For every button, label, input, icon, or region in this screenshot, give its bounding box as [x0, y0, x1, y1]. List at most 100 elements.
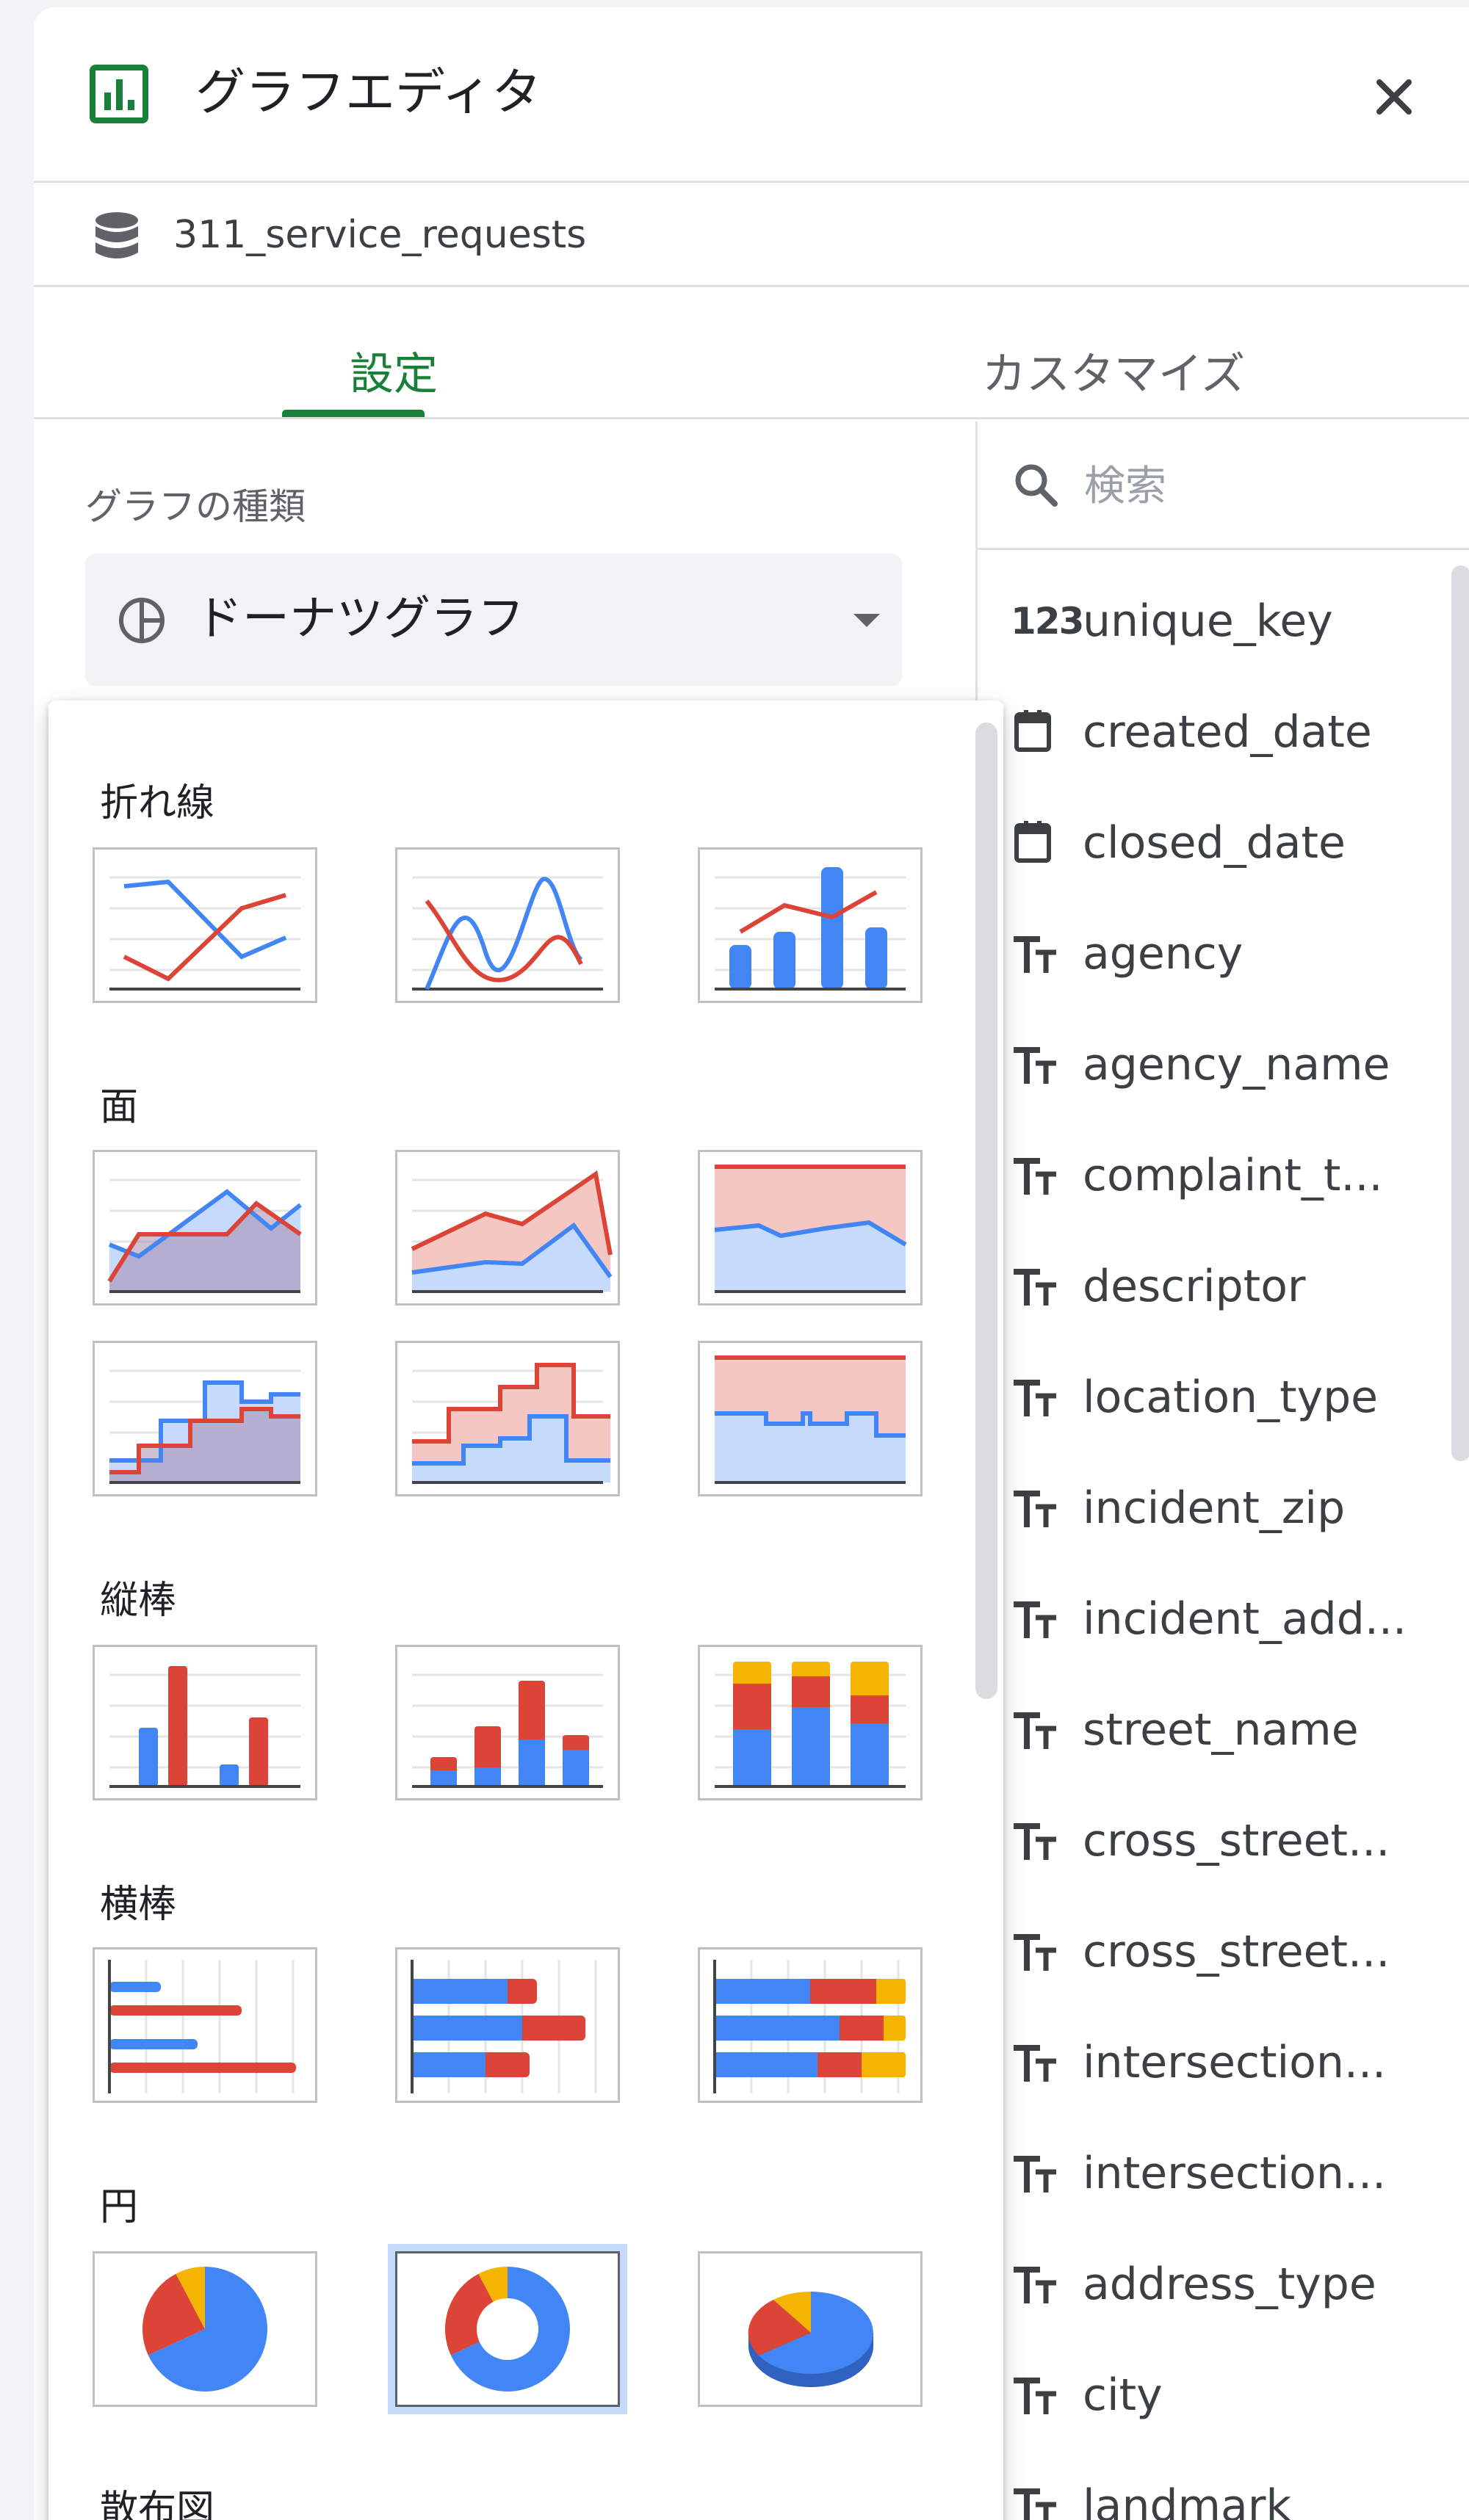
stacked-bar-chart-thumbnail: [411, 1960, 597, 2093]
chart-editor-panel: グラフエディタ 311_service_requests 設定 カスタマイズ グ…: [34, 7, 1469, 2520]
category-label-area: 面: [100, 1085, 139, 1129]
field-item[interactable]: cross_street...: [1011, 1785, 1444, 1896]
column-chart-thumbnail: [109, 1666, 300, 1788]
number-field-type: 123: [1011, 599, 1084, 643]
chart-type-select[interactable]: ドーナツグラフ: [85, 554, 902, 686]
field-item[interactable]: agency: [1011, 898, 1444, 1009]
pie-chart-thumbnail: [142, 2267, 267, 2392]
text-type-icon: [1014, 2488, 1056, 2520]
close-icon[interactable]: [1371, 73, 1418, 120]
100-percent-stacked-area-chart-thumbnail: [714, 1165, 907, 1293]
100-percent-stacked-column-chart-option[interactable]: [698, 1645, 923, 1800]
3d-pie-chart-thumbnail: [748, 2291, 873, 2387]
area-chart-option[interactable]: [93, 1150, 317, 1306]
stacked-column-chart-thumbnail: [412, 1673, 603, 1788]
stacked-area-chart-thumbnail: [411, 1170, 613, 1293]
text-field-type: [1011, 2484, 1069, 2520]
chevron-down-icon: [853, 614, 880, 627]
field-item[interactable]: city: [1011, 2339, 1444, 2450]
combo-chart-thumbnail: [715, 867, 906, 991]
text-type-icon: [1014, 1269, 1056, 1306]
stacked-stepped-area-chart-thumbnail: [412, 1363, 610, 1484]
stacked-stepped-area-chart-option[interactable]: [395, 1341, 620, 1496]
stacked-column-chart-option[interactable]: [395, 1645, 620, 1800]
text-field-type: [1011, 932, 1069, 976]
field-name: intersection...: [1083, 2148, 1387, 2199]
calendar-icon: [1014, 821, 1051, 863]
tab-setup[interactable]: 設定: [284, 330, 504, 419]
field-item[interactable]: complaint_t...: [1011, 1120, 1444, 1231]
field-item[interactable]: closed_date: [1011, 787, 1444, 898]
100-percent-stacked-stepped-area-chart-option[interactable]: [698, 1341, 923, 1496]
text-field-type: [1011, 1375, 1069, 1419]
pie-chart-option[interactable]: [93, 2251, 317, 2407]
smooth-line-chart-thumbnail: [412, 876, 603, 991]
field-item[interactable]: cross_street...: [1011, 1896, 1444, 2007]
field-item[interactable]: agency_name: [1011, 1009, 1444, 1120]
line-chart-option[interactable]: [93, 847, 317, 1003]
stepped-area-chart-option[interactable]: [93, 1341, 317, 1496]
chart-menu-scrollbar[interactable]: [975, 723, 997, 1699]
text-type-icon: [1014, 1712, 1056, 1749]
field-item[interactable]: address_type: [1011, 2228, 1444, 2339]
field-item[interactable]: incident_add...: [1011, 1563, 1444, 1674]
field-item[interactable]: location_type: [1011, 1342, 1444, 1452]
field-name: incident_zip: [1083, 1482, 1346, 1534]
category-label-scatter: 散布図: [100, 2488, 215, 2520]
100-percent-stacked-area-chart-option[interactable]: [698, 1150, 923, 1306]
combo-chart-option[interactable]: [698, 847, 923, 1003]
field-search-input[interactable]: [1084, 457, 1429, 515]
text-field-type: [1011, 2041, 1069, 2085]
text-type-icon: [1014, 2156, 1056, 2193]
field-name: descriptor: [1083, 1261, 1306, 1312]
field-name: landmark: [1083, 2480, 1292, 2520]
chart-editor-title: グラフエディタ: [195, 64, 542, 122]
text-type-icon: [1014, 1823, 1056, 1860]
field-name: city: [1083, 2369, 1163, 2421]
text-field-type: [1011, 1154, 1069, 1198]
100-percent-stacked-bar-chart-thumbnail: [713, 1960, 906, 2093]
field-item[interactable]: 123 unique_key: [1011, 565, 1444, 676]
text-field-type: [1011, 1043, 1069, 1087]
text-type-icon: [1014, 2378, 1056, 2414]
field-name: unique_key: [1083, 595, 1333, 647]
search-icon: [1015, 464, 1058, 507]
text-field-type: [1011, 1708, 1069, 1752]
chart-type-label: グラフの種類: [85, 485, 306, 528]
tabs-divider: [34, 417, 1469, 419]
stepped-area-chart-thumbnail: [109, 1369, 300, 1484]
tab-customize[interactable]: カスタマイズ: [945, 330, 1282, 419]
field-name: created_date: [1083, 706, 1372, 758]
field-item[interactable]: intersection...: [1011, 2007, 1444, 2118]
field-item[interactable]: descriptor: [1011, 1231, 1444, 1342]
number-type-icon: 123: [1011, 600, 1084, 642]
field-list: 123 unique_key created_date closed_date agen…: [1011, 565, 1444, 2520]
field-list-scrollbar[interactable]: [1451, 565, 1469, 1461]
text-type-icon: [1014, 1047, 1056, 1084]
smooth-line-chart-option[interactable]: [395, 847, 620, 1003]
field-name: complaint_t...: [1083, 1150, 1383, 1201]
data-source-name[interactable]: 311_service_requests: [173, 206, 586, 264]
category-label-line: 折れ線: [100, 781, 215, 825]
3d-pie-chart-option[interactable]: [698, 2251, 923, 2407]
text-field-type: [1011, 1597, 1069, 1641]
doughnut-chart-option[interactable]: [388, 2244, 627, 2414]
date-field-type: [1011, 710, 1069, 754]
field-name: cross_street...: [1083, 1815, 1390, 1867]
field-item[interactable]: created_date: [1011, 676, 1444, 787]
100-percent-stacked-bar-chart-option[interactable]: [698, 1947, 923, 2103]
field-item[interactable]: street_name: [1011, 1674, 1444, 1785]
field-item[interactable]: landmark: [1011, 2450, 1444, 2520]
text-field-type: [1011, 1819, 1069, 1863]
stacked-bar-chart-option[interactable]: [395, 1947, 620, 2103]
database-icon: [95, 212, 138, 258]
line-chart-thumbnail: [109, 876, 300, 991]
text-field-type: [1011, 2262, 1069, 2306]
field-item[interactable]: incident_zip: [1011, 1452, 1444, 1563]
field-item[interactable]: intersection...: [1011, 2118, 1444, 2228]
stacked-area-chart-option[interactable]: [395, 1150, 620, 1306]
text-field-type: [1011, 1930, 1069, 1974]
column-chart-option[interactable]: [93, 1645, 317, 1800]
chart-icon: [90, 65, 148, 123]
bar-chart-option[interactable]: [93, 1947, 317, 2103]
